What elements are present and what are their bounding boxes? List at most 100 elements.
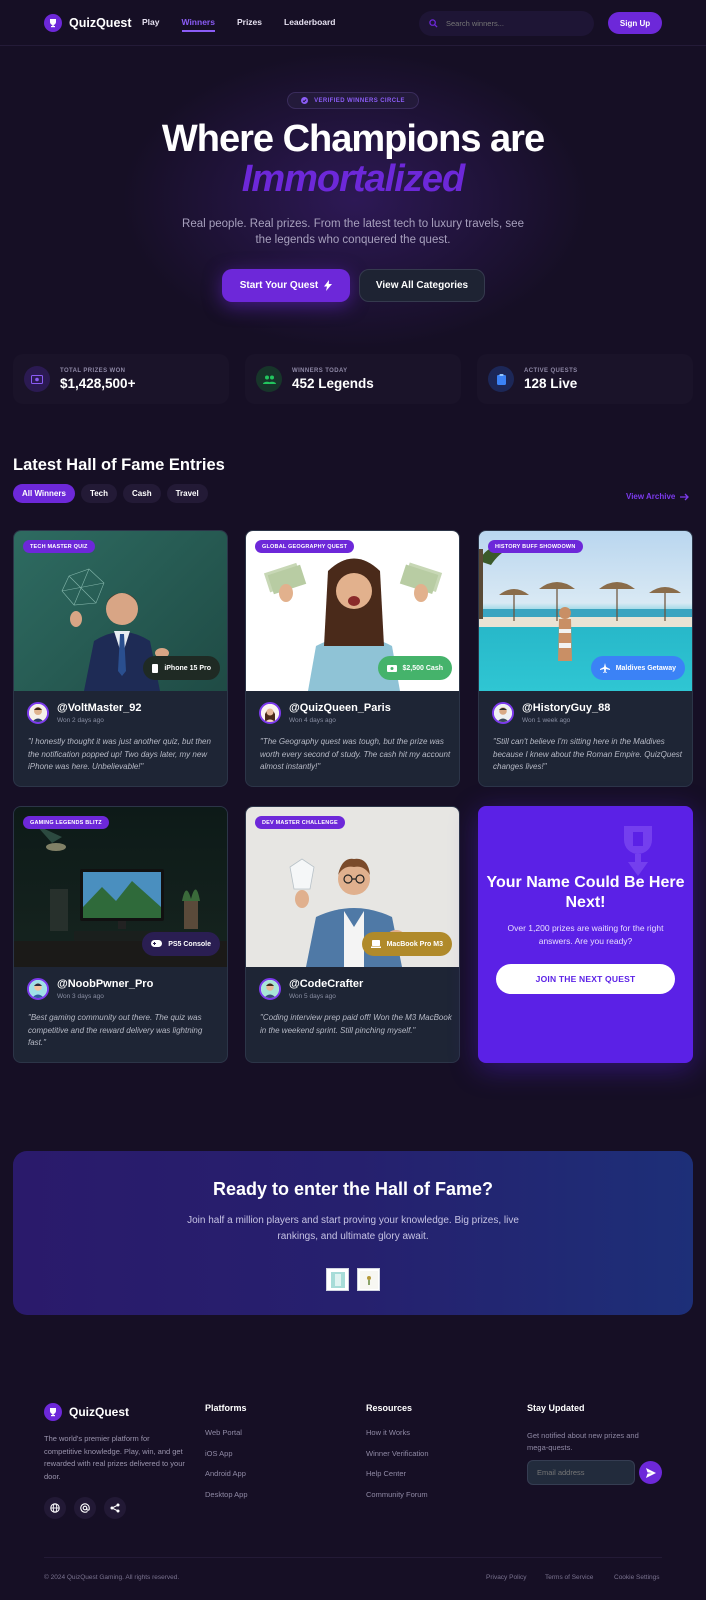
filter-cash[interactable]: Cash <box>123 484 161 503</box>
winner-photo: TECH MASTER QUIZ iPhone 15 Pro <box>14 531 227 691</box>
cta-title: Your Name Could Be Here Next! <box>486 874 685 911</box>
cash-icon <box>386 664 397 672</box>
verified-badge: VERIFIED WINNERS CIRCLE <box>287 92 419 109</box>
laptop-icon <box>370 940 381 948</box>
send-icon <box>645 1467 656 1478</box>
banner-subtitle: Join half a million players and start pr… <box>187 1215 519 1242</box>
footer-link[interactable]: Help Center <box>366 1469 429 1478</box>
footer-platforms: Platforms Web Portal iOS App Android App… <box>205 1403 248 1499</box>
testimonial: "Still can't believe I'm sitting here in… <box>493 737 682 771</box>
filter-all-winners[interactable]: All Winners <box>13 484 75 503</box>
share-icon[interactable] <box>104 1497 126 1519</box>
footer-link[interactable]: Desktop App <box>205 1490 248 1499</box>
footer-link[interactable]: Android App <box>205 1469 248 1478</box>
quiz-tag: TECH MASTER QUIZ <box>23 540 95 553</box>
filter-travel[interactable]: Travel <box>166 484 208 503</box>
view-archive-link[interactable]: View Archive <box>626 492 690 501</box>
join-quest-button[interactable]: JOIN THE NEXT QUEST <box>496 964 675 994</box>
prize-badge: MacBook Pro M3 <box>361 932 452 956</box>
at-sign-icon[interactable] <box>74 1497 96 1519</box>
stat-winners-today: WINNERS TODAY 452 Legends <box>245 354 461 404</box>
footer-logo[interactable]: QuizQuest <box>44 1403 129 1421</box>
app-thumbnail[interactable] <box>357 1268 380 1291</box>
terms-link[interactable]: Terms of Service <box>545 1574 593 1581</box>
view-categories-button[interactable]: View All Categories <box>359 269 485 302</box>
won-date: Won 5 days ago <box>289 993 336 1000</box>
signup-button[interactable]: Sign Up <box>608 12 662 34</box>
filter-tech[interactable]: Tech <box>80 484 118 503</box>
prize-badge: iPhone 15 Pro <box>143 656 220 680</box>
copyright: © 2024 QuizQuest Gaming. All rights rese… <box>44 1574 180 1581</box>
cookie-settings-link[interactable]: Cookie Settings <box>614 1574 660 1581</box>
winner-card[interactable]: GAMING LEGENDS BLITZ PS5 Console @NoobPw… <box>13 806 228 1063</box>
footer-link[interactable]: Winner Verification <box>366 1449 429 1458</box>
brand-logo[interactable]: QuizQuest <box>44 14 132 32</box>
verified-icon <box>301 97 309 104</box>
testimonial: "The Geography quest was tough, but the … <box>260 737 451 771</box>
avatar <box>259 702 281 724</box>
testimonial: "Coding interview prep paid off! Won the… <box>260 1013 452 1035</box>
plane-icon <box>599 663 610 673</box>
winner-username[interactable]: @QuizQueen_Paris <box>289 702 391 714</box>
footer-link[interactable]: iOS App <box>205 1449 248 1458</box>
quiz-tag: HISTORY BUFF SHOWDOWN <box>488 540 583 553</box>
winner-card[interactable]: TECH MASTER QUIZ iPhone 15 Pro @VoltMast… <box>13 530 228 787</box>
app-thumbnails <box>326 1268 380 1291</box>
winner-photo: GLOBAL GEOGRAPHY QUEST $2,500 Cash <box>246 531 459 691</box>
testimonial: "I honestly thought it was just another … <box>28 737 211 771</box>
trophy-icon <box>44 1403 62 1421</box>
quiz-tag: GAMING LEGENDS BLITZ <box>23 816 109 829</box>
winner-username[interactable]: @VoltMaster_92 <box>57 702 142 714</box>
footer-link[interactable]: Web Portal <box>205 1428 248 1437</box>
arrow-right-icon <box>680 493 690 500</box>
cta-subtitle: Over 1,200 prizes are waiting for the ri… <box>507 923 664 946</box>
winner-photo: GAMING LEGENDS BLITZ PS5 Console <box>14 807 227 967</box>
prize-badge: Maldives Getaway <box>590 656 685 680</box>
start-quest-button[interactable]: Start Your Quest <box>222 269 350 302</box>
footer-updates: Stay Updated <box>527 1403 585 1413</box>
trophy-icon <box>44 14 62 32</box>
nav-link-winners[interactable]: Winners <box>181 17 215 32</box>
footer-link[interactable]: Community Forum <box>366 1490 429 1499</box>
users-icon <box>256 366 282 392</box>
footer-description: The world's premier platform for competi… <box>44 1434 185 1481</box>
winner-card[interactable]: DEV MASTER CHALLENGE MacBook Pro M3 @Cod… <box>245 806 460 1063</box>
avatar <box>492 702 514 724</box>
avatar <box>259 978 281 1000</box>
winner-card[interactable]: GLOBAL GEOGRAPHY QUEST $2,500 Cash @Quiz… <box>245 530 460 787</box>
send-button[interactable] <box>639 1461 662 1484</box>
section-title: Latest Hall of Fame Entries <box>13 456 225 474</box>
hall-of-fame-banner: Ready to enter the Hall of Fame? Join ha… <box>13 1151 693 1315</box>
avatar <box>27 702 49 724</box>
nav-link-play[interactable]: Play <box>142 17 160 32</box>
winner-username[interactable]: @HistoryGuy_88 <box>522 702 610 714</box>
search-input[interactable] <box>446 19 576 28</box>
won-date: Won 1 week ago <box>522 717 571 724</box>
footer-link[interactable]: How it Works <box>366 1428 429 1437</box>
newsletter-text: Get notified about new prizes and mega-q… <box>527 1431 639 1452</box>
prize-badge: PS5 Console <box>142 932 220 956</box>
winner-username[interactable]: @NoobPwner_Pro <box>57 978 153 990</box>
hero-title-highlight: Immortalized <box>241 158 465 200</box>
search-icon <box>429 19 438 28</box>
app-thumbnail[interactable] <box>326 1268 349 1291</box>
email-field[interactable] <box>527 1460 635 1485</box>
stat-total-prizes: TOTAL PRIZES WON $1,428,500+ <box>13 354 229 404</box>
winner-username[interactable]: @CodeCrafter <box>289 978 363 990</box>
clipboard-icon <box>488 366 514 392</box>
quiz-tag: DEV MASTER CHALLENGE <box>255 816 345 829</box>
globe-icon[interactable] <box>44 1497 66 1519</box>
footer-resources: Resources How it Works Winner Verificati… <box>366 1403 429 1499</box>
search-bar <box>419 11 594 36</box>
gamepad-icon <box>151 940 163 947</box>
winner-card[interactable]: HISTORY BUFF SHOWDOWN Maldives Getaway @… <box>478 530 693 787</box>
banner-title: Ready to enter the Hall of Fame? <box>212 1179 494 1199</box>
filter-chips: All Winners Tech Cash Travel <box>13 484 208 503</box>
privacy-link[interactable]: Privacy Policy <box>486 1574 526 1581</box>
nav-link-prizes[interactable]: Prizes <box>237 17 262 32</box>
winner-photo: DEV MASTER CHALLENGE MacBook Pro M3 <box>246 807 459 967</box>
stat-active-quests: ACTIVE QUESTS 128 Live <box>477 354 693 404</box>
nav-link-leaderboard[interactable]: Leaderboard <box>284 17 336 32</box>
trophy-watermark-icon <box>624 826 652 876</box>
hero-subtitle: Real people. Real prizes. From the lates… <box>182 218 524 246</box>
